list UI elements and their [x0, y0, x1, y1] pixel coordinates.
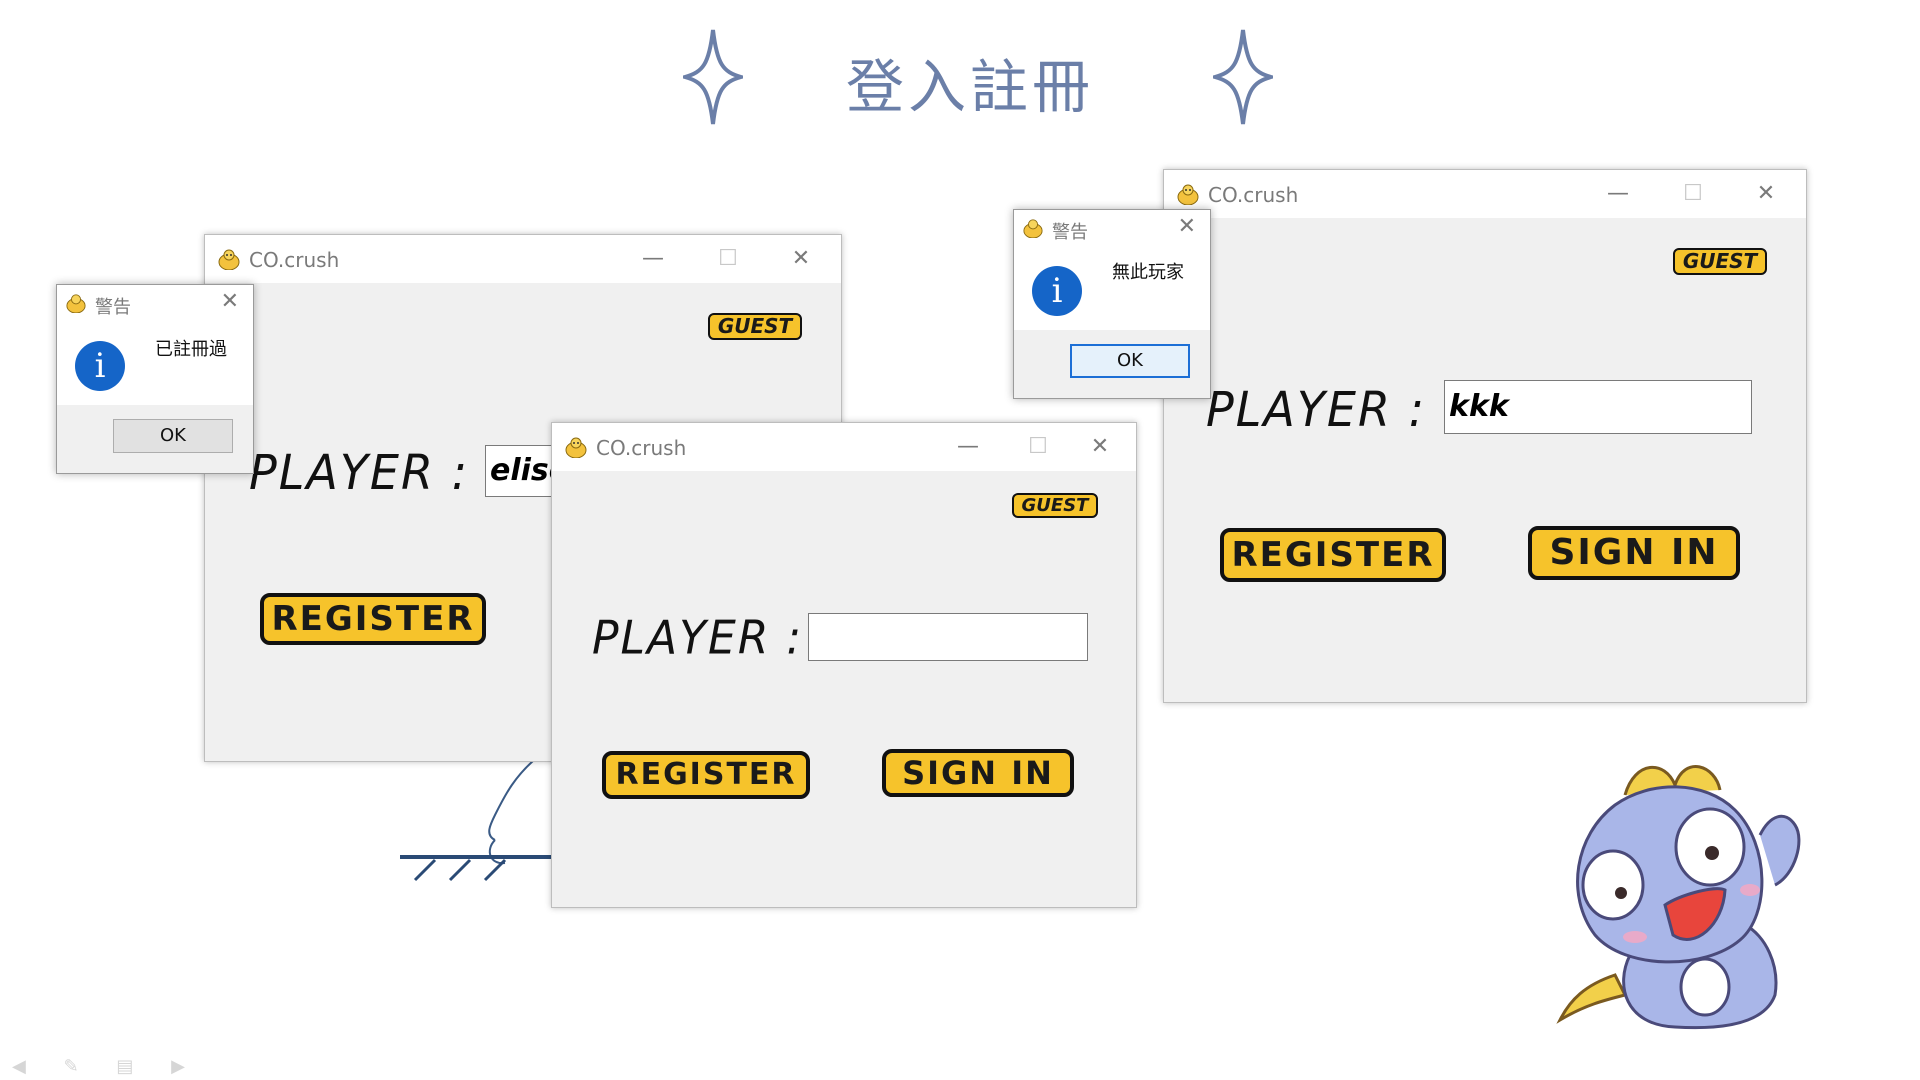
chick-icon — [218, 249, 240, 270]
guest-button[interactable]: GUEST — [1012, 493, 1098, 518]
info-icon: i — [1032, 266, 1082, 316]
dialog-titlebar: 警告 ✕ — [1014, 210, 1210, 248]
close-icon[interactable]: ✕ — [1082, 431, 1118, 463]
maximize-icon[interactable]: ☐ — [1675, 178, 1711, 210]
sign-in-button[interactable]: SIGN IN — [882, 749, 1074, 797]
sketch-decoration — [400, 755, 555, 882]
player-input[interactable]: kkk — [1444, 380, 1752, 434]
app-window-right: CO.crush — ☐ ✕ GUEST PLAYER : kkk REGIST… — [1163, 169, 1807, 703]
maximize-icon[interactable]: ☐ — [710, 243, 746, 275]
register-button[interactable]: REGISTER — [260, 593, 486, 645]
sparkle-icon-left — [683, 29, 743, 125]
close-icon[interactable]: ✕ — [783, 243, 819, 275]
info-icon: i — [75, 341, 125, 391]
window-title: CO.crush — [1208, 183, 1299, 207]
dialog-title: 警告 — [95, 297, 131, 318]
window-title: CO.crush — [596, 436, 687, 460]
dialog-titlebar: 警告 ✕ — [57, 285, 253, 323]
minimize-icon[interactable]: — — [635, 243, 671, 275]
window-titlebar: CO.crush — ☐ ✕ — [552, 423, 1136, 471]
window-title: CO.crush — [249, 248, 340, 272]
warning-dialog-no-player: 警告 ✕ i 無此玩家 OK — [1013, 209, 1211, 399]
dialog-title: 警告 — [1052, 222, 1088, 243]
window-titlebar: CO.crush — ☐ ✕ — [205, 235, 841, 283]
player-input[interactable] — [808, 613, 1088, 661]
window-titlebar: CO.crush — ☐ ✕ — [1164, 170, 1806, 218]
warning-dialog-registered: 警告 ✕ i 已註冊過 OK — [56, 284, 254, 474]
sign-in-button[interactable]: SIGN IN — [1528, 526, 1740, 580]
chick-icon — [1023, 219, 1043, 238]
close-icon[interactable]: ✕ — [1748, 178, 1784, 210]
guest-button[interactable]: GUEST — [708, 313, 802, 340]
register-button[interactable]: REGISTER — [602, 751, 810, 799]
dinosaur-mascot-icon — [1556, 765, 1801, 1030]
close-icon[interactable]: ✕ — [1178, 214, 1196, 239]
chick-icon — [565, 437, 587, 458]
player-label: PLAYER : — [592, 611, 804, 666]
close-icon[interactable]: ✕ — [221, 289, 239, 314]
player-label: PLAYER : — [1206, 380, 1427, 438]
guest-button[interactable]: GUEST — [1673, 248, 1767, 275]
chick-icon — [66, 294, 86, 313]
minimize-icon[interactable]: — — [950, 431, 986, 463]
dialog-body: i 已註冊過 — [57, 323, 253, 405]
ok-button[interactable]: OK — [113, 419, 233, 453]
maximize-icon[interactable]: ☐ — [1020, 431, 1056, 463]
player-label: PLAYER : — [249, 443, 470, 501]
dialog-message: 無此玩家 — [1112, 262, 1184, 283]
minimize-icon[interactable]: — — [1600, 178, 1636, 210]
dialog-body: i 無此玩家 — [1014, 248, 1210, 330]
ok-button[interactable]: OK — [1070, 344, 1190, 378]
register-button[interactable]: REGISTER — [1220, 528, 1446, 582]
dialog-message: 已註冊過 — [155, 339, 227, 360]
chick-icon — [1177, 184, 1199, 205]
slide-nav-icons[interactable]: ◀ ✎ ▤ ▶ — [12, 1056, 201, 1077]
sparkle-icon-right — [1213, 29, 1273, 125]
page-title: 登入註冊 — [845, 53, 1094, 121]
app-window-center: CO.crush — ☐ ✕ GUEST PLAYER : REGISTER S… — [551, 422, 1137, 908]
